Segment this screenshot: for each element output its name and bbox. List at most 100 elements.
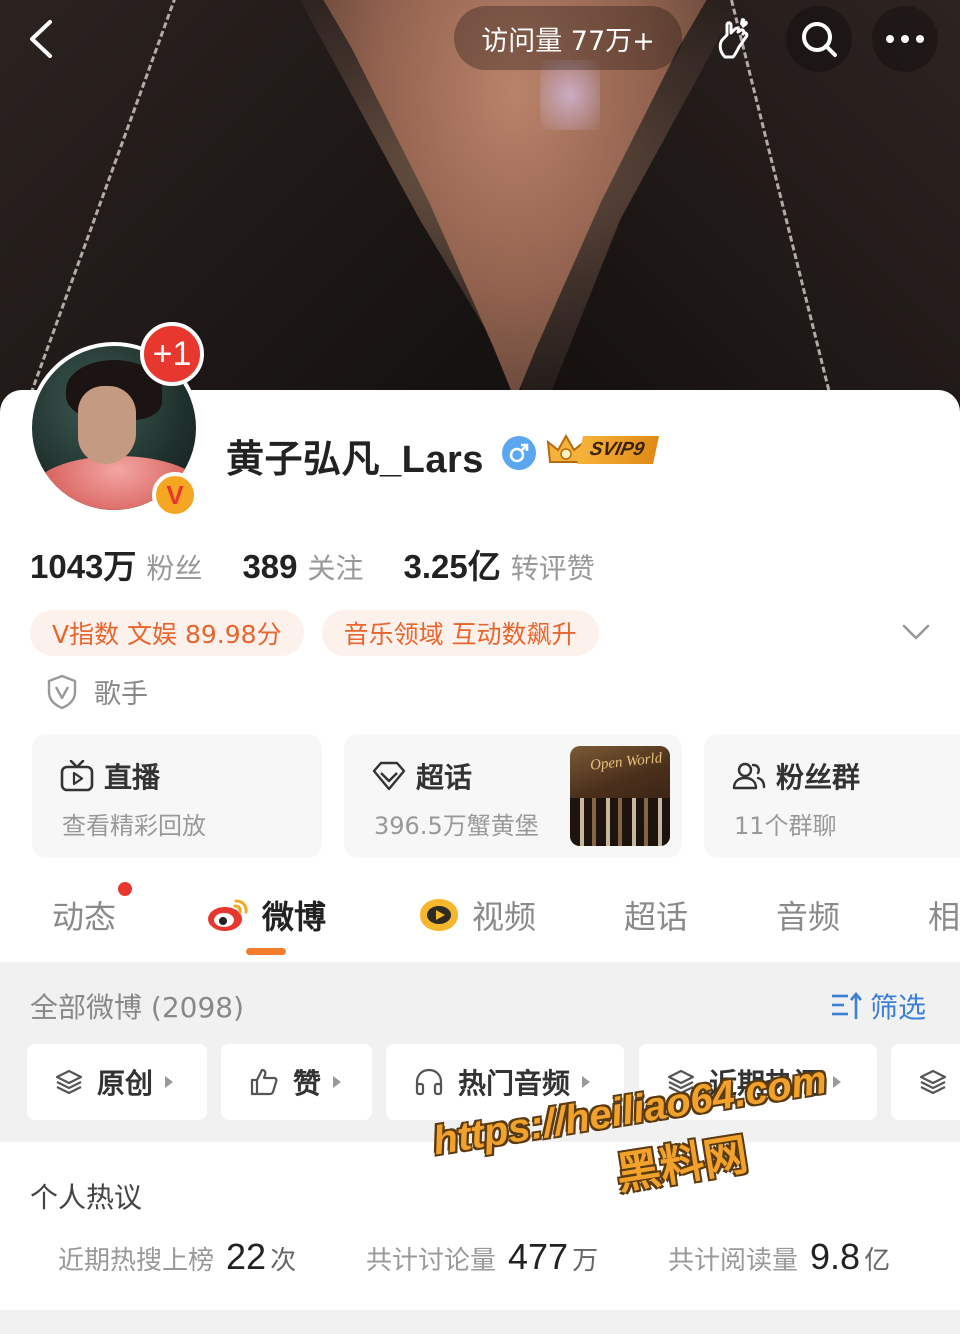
topic-title: 超话 [416,761,473,794]
back-button[interactable] [22,14,62,64]
music-field-tag[interactable]: 音乐领域 互动数飙升 [321,610,599,656]
chip-likes[interactable]: 赞 [221,1044,372,1120]
hot-title: 个人热议 [30,1181,143,1214]
interactions-stat[interactable]: 3.25亿 转评赞 [404,540,595,588]
tab-activity[interactable]: 动态 [52,892,116,938]
tag-row: V指数 文娱 89.98分 音乐领域 互动数飙升 [30,610,617,656]
like-gesture-button[interactable] [700,6,766,72]
shield-v-icon [47,674,77,709]
username: 黄子弘凡_Lars [226,439,484,481]
diamond-icon [372,761,406,791]
plus-one-badge: +1 [140,322,204,386]
chip-recent-hot[interactable]: 近期热门 [639,1044,877,1120]
chip-original[interactable]: 原创 [27,1044,207,1120]
tab-weibo[interactable]: 微博 [206,892,326,938]
chip-hot-audio[interactable]: 热门音频 [386,1044,624,1120]
following-label: 关注 [307,552,364,585]
chip-original-label: 原创 [97,1067,154,1100]
more-button[interactable] [872,6,938,72]
followers-label: 粉丝 [146,552,203,585]
layers-icon [55,1069,83,1095]
visit-count-text: 访问量 77万+ [481,25,655,57]
chevron-down-icon [902,624,930,640]
tab-activity-label: 动态 [52,898,117,936]
chip-hot-audio-label: 热门音频 [458,1067,571,1100]
headphones-icon [415,1068,443,1096]
super-topic-card[interactable]: 超话 396.5万蟹黄堡 Open World [344,734,682,858]
reads-label: 共计阅读量 [668,1246,799,1276]
verified-badge: V [152,472,198,518]
interactions-label: 转评赞 [510,552,595,585]
reads-value: 9.8 [810,1236,861,1277]
tab-video[interactable]: 视频 [418,892,536,938]
discussion-value: 477 [508,1236,569,1277]
hot-search-unit: 次 [270,1246,297,1276]
filter-label: 筛选 [870,991,927,1024]
search-button[interactable] [786,6,852,72]
chevron-left-icon [30,20,52,58]
reads-unit: 亿 [864,1246,891,1276]
tab-audio-label: 音频 [776,898,841,936]
live-card[interactable]: 直播 查看精彩回放 [32,734,322,858]
topic-thumbnail: Open World [570,746,670,846]
search-icon [802,22,837,57]
tab-video-label: 视频 [472,898,537,936]
interactions-count: 3.25亿 [403,548,501,585]
tab-super-topic-label: 超话 [624,898,689,936]
video-play-icon [420,899,458,931]
fans-subtitle: 11个群聊 [734,812,837,840]
filter-button[interactable]: 筛选 [830,986,926,1026]
tab-audio[interactable]: 音频 [776,892,840,938]
live-title: 直播 [104,761,161,794]
new-activity-dot [118,882,132,896]
tv-icon [60,760,94,792]
topic-thumbnail-text: Open World [589,750,663,774]
discussion-stat: 共计讨论量 477 万 [366,1236,598,1278]
hot-search-stat: 近期热搜上榜 22 次 [58,1236,296,1278]
chip-likes-label: 赞 [293,1067,322,1100]
fan-group-card[interactable]: 粉丝群 11个群聊 [704,734,960,858]
followers-count: 1043万 [30,548,137,585]
personal-hot-card[interactable]: 个人热议 近期热搜上榜 22 次 共计讨论量 477 万 共计阅读量 9.8 亿 [0,1142,960,1310]
filter-section: 全部微博 (2098) 筛选 原创 赞 热门音频 近期热门 [0,962,960,1142]
followers-stat[interactable]: 1043万 粉丝 [30,540,202,588]
stats-row: 1043万 粉丝 389 关注 3.25亿 转评赞 [30,540,635,588]
all-posts-count: 全部微博 (2098) [30,991,245,1024]
chip-more[interactable] [891,1044,960,1120]
following-count: 389 [242,548,298,585]
chip-recent-hot-label: 近期热门 [709,1067,822,1100]
role-text: 歌手 [94,679,148,710]
hot-search-label: 近期热搜上榜 [58,1246,215,1276]
reads-stat: 共计阅读量 9.8 亿 [668,1236,890,1278]
expand-button[interactable] [898,614,934,650]
visit-count-pill[interactable]: 访问量 77万+ [454,6,682,70]
following-stat[interactable]: 389 关注 [242,547,363,587]
discussion-unit: 万 [572,1246,599,1276]
layers-icon [667,1069,695,1095]
profile-page: 访问量 77万+ +1 V 黄子弘凡_Lars SVIP9 1043万 粉丝 3… [0,0,960,1334]
filter-sort-icon [832,991,862,1019]
v-index-tag[interactable]: V指数 文娱 89.98分 [30,610,304,656]
bottom-divider [0,1310,960,1334]
svip-label: SVIP9 [577,436,659,464]
more-dots-icon [886,35,924,43]
discussion-label: 共计讨论量 [366,1246,497,1276]
tab-weibo-label: 微博 [262,898,327,936]
role-row: 歌手 [46,672,148,711]
tab-bar: 动态 微博 视频 超话 音频 相 [0,872,960,962]
live-subtitle: 查看精彩回放 [62,812,206,840]
active-tab-underline [246,948,286,955]
topic-subtitle: 396.5万蟹黄堡 [374,812,539,840]
hot-search-value: 22 [226,1236,267,1277]
tab-album[interactable]: 相 [928,892,960,938]
group-icon [732,762,766,790]
thumbs-up-icon [250,1068,278,1096]
hand-heart-icon [718,18,749,59]
tab-album-label: 相 [928,898,960,936]
svip-badge[interactable]: SVIP9 [546,432,659,468]
weibo-logo-icon [208,899,248,931]
layers-icon [919,1069,947,1095]
male-gender-icon [502,436,536,470]
fans-title: 粉丝群 [776,761,861,794]
tab-super-topic[interactable]: 超话 [624,892,688,938]
